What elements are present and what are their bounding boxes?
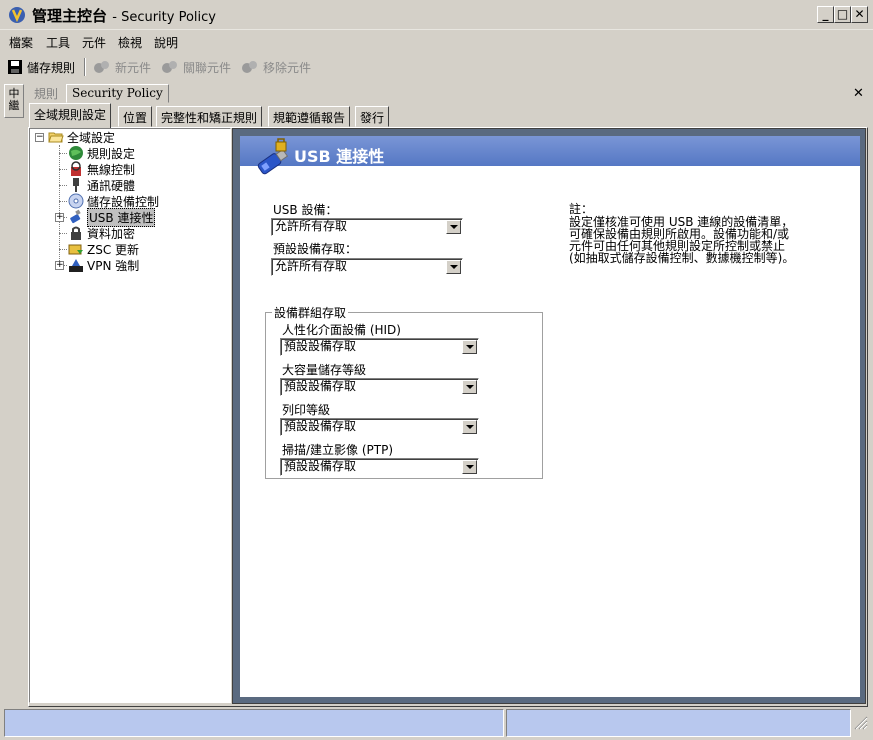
link-component-label: 關聯元件 xyxy=(183,60,232,75)
tree-label: VPN 強制 xyxy=(87,258,140,273)
hid-select[interactable]: 預設設備存取 xyxy=(280,338,479,356)
printer-value: 預設設備存取 xyxy=(284,419,357,433)
menu-file[interactable]: 檔案 xyxy=(9,34,33,51)
toolbar-separator xyxy=(84,58,86,76)
ptp-value: 預設設備存取 xyxy=(284,459,357,473)
tree-node-policy-settings[interactable]: 規則設定 xyxy=(68,145,135,161)
tree-label: 無線控制 xyxy=(87,162,136,177)
resize-grip-icon[interactable] xyxy=(852,714,868,730)
tree-label: 全域設定 xyxy=(67,130,116,145)
usb-icon xyxy=(70,209,81,224)
default-access-select[interactable]: 允許所有存取 xyxy=(271,258,463,276)
app-logo-icon xyxy=(9,7,25,23)
tree-usb-expander[interactable]: + xyxy=(55,213,64,222)
mass-storage-value: 預設設備存取 xyxy=(284,379,357,393)
tree-node-wireless-control[interactable]: 無線控制 xyxy=(68,161,135,177)
remove-component-icon xyxy=(242,61,257,73)
folder-open-icon xyxy=(48,132,64,143)
tree-label: 規則設定 xyxy=(87,146,136,161)
side-tab-relay[interactable]: 中繼 xyxy=(4,84,24,118)
printer-select[interactable]: 預設設備存取 xyxy=(280,418,479,436)
hid-value: 預設設備存取 xyxy=(284,339,357,353)
default-access-value: 允許所有存取 xyxy=(275,259,348,273)
printer-label: 列印等級 xyxy=(282,403,331,417)
vpn-icon xyxy=(69,259,83,272)
tab-compliance-report[interactable]: 規範遵循報告 xyxy=(268,106,351,127)
tree-label: 通訊硬體 xyxy=(87,178,136,193)
tree-label: 資料加密 xyxy=(87,226,136,241)
tab-integrity[interactable]: 完整性和矯正規則 xyxy=(156,106,263,127)
doc-close-icon[interactable]: ✕ xyxy=(853,86,864,101)
tab-publish[interactable]: 發行 xyxy=(355,106,390,127)
plug-icon xyxy=(73,178,79,192)
dropdown-arrow-icon[interactable] xyxy=(462,420,477,434)
toolbar: 儲存規則 新元件 關聯元件 移除元件 xyxy=(0,55,320,79)
tree-view: − 全域設定 規則設定 無線控制 通訊硬體 儲存設備控制 + USB 連接性 資… xyxy=(29,128,231,703)
usb-devices-select[interactable]: 允許所有存取 xyxy=(271,218,463,236)
note-text: 設定僅核准可使用 USB 連線的設備清單，可確保設備由規則所啟用。設備功能和/或… xyxy=(569,215,795,265)
link-component-button[interactable]: 關聯元件 xyxy=(161,57,231,77)
default-access-label: 預設設備存取： xyxy=(273,242,358,256)
tree-vpn-expander[interactable]: + xyxy=(55,261,64,270)
save-policy-label: 儲存規則 xyxy=(27,60,76,75)
globe-icon xyxy=(69,146,83,160)
minimize-button[interactable]: _ xyxy=(817,6,834,23)
hid-label: 人性化介面設備 (HID) xyxy=(282,323,401,337)
tree-node-vpn-enforcement[interactable]: VPN 強制 xyxy=(68,257,139,273)
save-policy-button[interactable]: 儲存規則 xyxy=(7,57,75,77)
doc-label: 規則 xyxy=(34,87,59,101)
maximize-button[interactable]: □ xyxy=(834,6,851,23)
usb-drive-icon xyxy=(257,138,289,175)
ptp-select[interactable]: 預設設備存取 xyxy=(280,458,479,476)
remove-component-button[interactable]: 移除元件 xyxy=(241,57,311,77)
tree-node-data-encryption[interactable]: 資料加密 xyxy=(68,225,135,241)
panel-title: USB 連接性 xyxy=(294,147,385,166)
menu-help[interactable]: 說明 xyxy=(154,34,178,51)
menu-tools[interactable]: 工具 xyxy=(46,34,70,51)
wireless-icon xyxy=(71,161,81,176)
update-icon xyxy=(68,244,83,255)
dropdown-arrow-icon[interactable] xyxy=(462,380,477,394)
usb-devices-value: 允許所有存取 xyxy=(275,219,348,233)
menu-components[interactable]: 元件 xyxy=(82,34,106,51)
dropdown-arrow-icon[interactable] xyxy=(446,220,461,234)
window-title: 管理主控台 - Security Policy xyxy=(32,7,216,25)
tree-node-zsc-update[interactable]: ZSC 更新 xyxy=(68,241,139,257)
save-icon xyxy=(8,60,22,74)
tree-node-comm-hardware[interactable]: 通訊硬體 xyxy=(68,177,135,193)
remove-component-label: 移除元件 xyxy=(263,60,312,75)
usb-devices-label: USB 設備： xyxy=(273,203,338,217)
tree-root-expander[interactable]: − xyxy=(35,133,44,142)
menu-view[interactable]: 檢視 xyxy=(118,34,142,51)
dropdown-arrow-icon[interactable] xyxy=(462,460,477,474)
tab-global-settings[interactable]: 全域規則設定 xyxy=(29,103,112,128)
status-panel-left xyxy=(4,709,504,737)
tree-label: ZSC 更新 xyxy=(87,242,140,257)
mass-storage-label: 大容量儲存等級 xyxy=(282,363,367,377)
menu-bar: 檔案 工具 元件 檢視 說明 xyxy=(0,31,873,53)
disc-icon xyxy=(68,193,84,209)
lock-icon xyxy=(71,226,81,240)
ptp-label: 掃描/建立影像 (PTP) xyxy=(282,443,394,457)
new-component-button[interactable]: 新元件 xyxy=(93,57,151,77)
tree-node-global-settings[interactable]: 全域設定 xyxy=(48,129,115,145)
new-component-label: 新元件 xyxy=(115,60,152,75)
dropdown-arrow-icon[interactable] xyxy=(462,340,477,354)
tree-node-usb-connectivity[interactable]: USB 連接性 xyxy=(68,207,156,227)
dropdown-arrow-icon[interactable] xyxy=(446,260,461,274)
new-component-icon xyxy=(94,61,109,73)
mass-storage-select[interactable]: 預設設備存取 xyxy=(280,378,479,396)
close-button[interactable]: ✕ xyxy=(851,6,868,23)
tab-location[interactable]: 位置 xyxy=(118,106,153,127)
link-component-icon xyxy=(162,61,177,73)
device-group-title: 設備群組存取 xyxy=(272,304,349,321)
status-panel-right xyxy=(506,709,851,737)
doc-tab-security-policy[interactable]: Security Policy xyxy=(66,84,169,103)
